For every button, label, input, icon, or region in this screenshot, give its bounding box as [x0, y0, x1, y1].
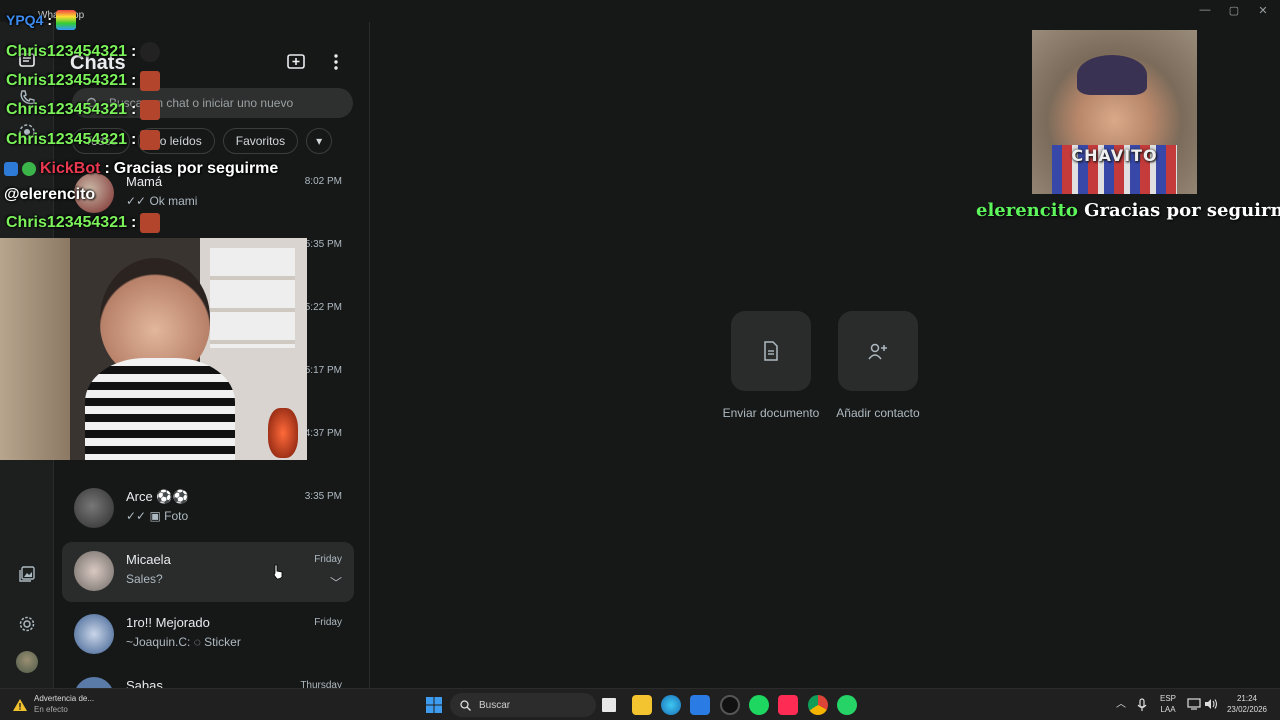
task-view-icon[interactable] — [602, 698, 616, 712]
emote-icon — [140, 213, 161, 233]
chat-time: 8:02 PM — [304, 176, 342, 187]
clock[interactable]: 21:24 23/02/2026 — [1222, 693, 1272, 715]
chat-time: Friday — [314, 617, 342, 628]
chat-time: 5:22 PM — [304, 302, 342, 313]
maximize-button[interactable]: ▢ — [1219, 4, 1249, 17]
chat-name: Micaela — [126, 552, 171, 567]
overlay-chat-line: Chris123454321: — [6, 100, 161, 120]
emote-icon — [140, 100, 161, 120]
chat-preview: ✓✓ Ok mami — [126, 194, 198, 208]
edge-browser-icon[interactable] — [661, 695, 681, 715]
whatsapp-icon[interactable] — [837, 695, 857, 715]
avatar — [74, 677, 114, 688]
file-explorer-icon[interactable] — [632, 695, 652, 715]
warning-icon — [13, 699, 27, 711]
chat-time: 4:37 PM — [304, 428, 342, 439]
overlay-chat-line: Chris123454321: — [6, 71, 161, 91]
webcam-overlay — [0, 238, 307, 460]
follow-alert-image: CHAVITO — [1032, 30, 1197, 194]
chat-time: 5:17 PM — [304, 365, 342, 376]
emote-icon — [140, 71, 161, 91]
avatar — [74, 488, 114, 528]
emote-icon — [140, 42, 161, 62]
obs-icon[interactable] — [720, 695, 740, 715]
document-icon — [764, 341, 778, 361]
overlay-kickbot-line: KickBot: Gracias por seguirme — [4, 160, 278, 178]
avatar — [74, 614, 114, 654]
chat-preview: ✓✓ ▣ Foto — [126, 509, 189, 523]
alert-name: CHAVITO — [1071, 146, 1158, 165]
overlay-chat-line: Chris123454321: — [6, 130, 161, 150]
send-document-button[interactable] — [731, 311, 811, 391]
chat-time: 5:35 PM — [304, 239, 342, 250]
chat-name: 1ro!! Mejorado — [126, 615, 210, 630]
volume-icon[interactable] — [1204, 698, 1218, 710]
filter-more-chevron-icon[interactable]: ▾ — [306, 128, 333, 154]
add-contact-icon — [868, 343, 887, 360]
notification-title[interactable]: Advertencia de... — [34, 694, 94, 703]
add-contact-button[interactable] — [838, 311, 918, 391]
tray-chevron-icon[interactable]: ︿ — [1116, 699, 1126, 710]
chat-time: Friday — [314, 554, 342, 565]
language-indicator[interactable]: ESP LAA — [1158, 693, 1178, 715]
search-icon — [460, 699, 471, 711]
clock-date: 23/02/2026 — [1226, 705, 1268, 714]
filter-favorites[interactable]: Favoritos — [222, 128, 299, 154]
overlay-chat-line: Chris123454321: — [6, 213, 161, 233]
menu-dots-icon[interactable] — [324, 50, 348, 74]
windows-start-icon[interactable] — [424, 695, 444, 715]
chrome-icon[interactable] — [808, 695, 828, 715]
emote-icon — [140, 130, 161, 150]
badge-icon — [22, 162, 36, 176]
taskbar-search-label: Buscar — [479, 699, 511, 711]
spotify-icon[interactable] — [749, 695, 769, 715]
chat-name: Sabas — [126, 678, 163, 688]
chat-row-sabas[interactable]: Sabas Thursday — [62, 668, 354, 688]
settings-gear-icon[interactable] — [15, 612, 39, 636]
media-gallery-icon[interactable] — [15, 562, 39, 586]
overlay-chat-line: Chris123454321: — [6, 42, 161, 62]
follow-alert-text: elerencito Gracias por seguirme!! — [976, 200, 1280, 221]
windows-taskbar: Advertencia de... En efecto Buscar ︿ ESP… — [0, 688, 1280, 720]
avatar — [74, 551, 114, 591]
store-icon[interactable] — [690, 695, 710, 715]
mouse-cursor-icon — [273, 564, 283, 580]
add-contact-label: Añadir contacto — [836, 406, 920, 420]
network-icon[interactable] — [1187, 698, 1201, 710]
tiktok-icon[interactable] — [778, 695, 798, 715]
chat-time: 3:35 PM — [304, 491, 342, 502]
overlay-mention: @elerencito — [4, 186, 96, 203]
clock-time: 21:24 — [1236, 694, 1258, 703]
chat-name: Arce ⚽⚽ — [126, 489, 189, 504]
chevron-down-icon[interactable]: ﹀ — [330, 574, 342, 591]
microphone-icon[interactable] — [1137, 698, 1147, 712]
chat-preview: ~Joaquin.C: ◌ Sticker — [126, 635, 241, 649]
emote-icon — [56, 10, 77, 30]
notification-subtitle: En efecto — [34, 705, 68, 714]
overlay-chat-line: YPQ4: — [6, 10, 77, 30]
new-chat-icon[interactable] — [284, 50, 308, 74]
taskbar-search[interactable]: Buscar — [450, 693, 596, 717]
close-button[interactable]: ✕ — [1248, 4, 1278, 17]
title-bar: WhatsApp — ▢ ✕ — [0, 0, 1280, 22]
chat-row-micaela[interactable]: Micaela Sales? Friday ﹀ — [62, 542, 354, 602]
minimize-button[interactable]: — — [1190, 4, 1220, 16]
chat-row-mejorado[interactable]: 1ro!! Mejorado ~Joaquin.C: ◌ Sticker Fri… — [62, 605, 354, 665]
chat-time: Thursday — [300, 680, 342, 688]
profile-avatar[interactable] — [15, 650, 39, 674]
badge-icon — [4, 162, 18, 176]
chat-preview: Sales? — [126, 572, 163, 586]
chat-row-arce[interactable]: Arce ⚽⚽ ✓✓ ▣ Foto 3:35 PM — [62, 479, 354, 539]
